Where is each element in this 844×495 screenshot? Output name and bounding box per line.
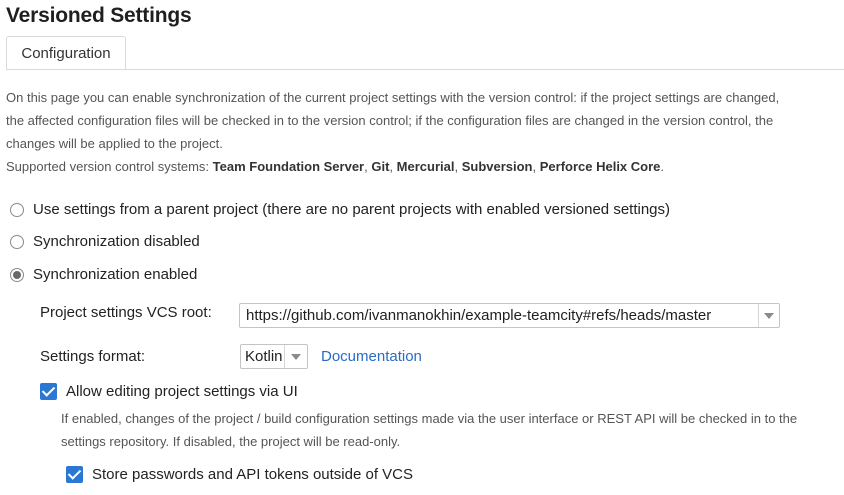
vcs-separator: , xyxy=(532,159,540,174)
store-passwords-checkbox-row[interactable]: Store passwords and API tokens outside o… xyxy=(66,466,413,483)
radio-label: Synchronization enabled xyxy=(33,266,198,283)
vcs-root-value: https://github.com/ivanmanokhin/example-… xyxy=(246,307,712,324)
tab-configuration[interactable]: Configuration xyxy=(6,36,126,70)
settings-format-label: Settings format: xyxy=(40,348,146,365)
vcs-root-select[interactable]: https://github.com/ivanmanokhin/example-… xyxy=(239,303,780,328)
page-description: On this page you can enable synchronizat… xyxy=(6,86,786,178)
description-text: On this page you can enable synchronizat… xyxy=(6,90,780,151)
tab-divider xyxy=(6,69,844,70)
checkbox-checked-icon[interactable] xyxy=(40,383,57,400)
allow-editing-hint: If enabled, changes of the project / bui… xyxy=(61,411,798,449)
vcs-root-label: Project settings VCS root: xyxy=(40,304,212,321)
vcs-mercurial: Mercurial xyxy=(396,159,455,174)
documentation-link[interactable]: Documentation xyxy=(321,348,422,365)
dropdown-toggle[interactable] xyxy=(284,345,307,368)
radio-parent-settings[interactable]: Use settings from a parent project (ther… xyxy=(10,201,670,218)
radio-label: Use settings from a parent project (ther… xyxy=(33,201,671,218)
allow-editing-checkbox-row[interactable]: Allow editing project settings via UI xyxy=(40,383,298,400)
page-title: Versioned Settings xyxy=(6,4,192,27)
dropdown-toggle[interactable] xyxy=(758,304,779,327)
vcs-separator: , xyxy=(389,159,397,174)
radio-sync-disabled[interactable]: Synchronization disabled xyxy=(10,233,200,250)
supported-vcs-line: Supported version control systems: Team … xyxy=(6,155,786,178)
settings-format-value: Kotlin xyxy=(245,348,283,365)
vcs-tfs: Team Foundation Server xyxy=(212,159,365,174)
radio-sync-enabled[interactable]: Synchronization enabled xyxy=(10,266,197,283)
vcs-git: Git xyxy=(371,159,390,174)
allow-editing-label: Allow editing project settings via UI xyxy=(66,383,298,400)
radio-button[interactable] xyxy=(10,234,24,249)
vcs-perforce: Perforce Helix Core xyxy=(539,159,661,174)
radio-button[interactable] xyxy=(10,267,24,282)
radio-label: Synchronization disabled xyxy=(33,233,200,250)
settings-format-select[interactable]: Kotlin xyxy=(240,344,308,369)
vcs-separator: , xyxy=(454,159,462,174)
store-passwords-label: Store passwords and API tokens outside o… xyxy=(92,466,414,483)
vcs-subversion: Subversion xyxy=(461,159,533,174)
supported-prefix: Supported version control systems: xyxy=(6,159,213,174)
radio-button[interactable] xyxy=(10,202,24,217)
checkbox-checked-icon[interactable] xyxy=(66,466,83,483)
vcs-end: . xyxy=(660,159,665,174)
chevron-down-icon xyxy=(764,312,774,319)
chevron-down-icon xyxy=(291,353,301,360)
